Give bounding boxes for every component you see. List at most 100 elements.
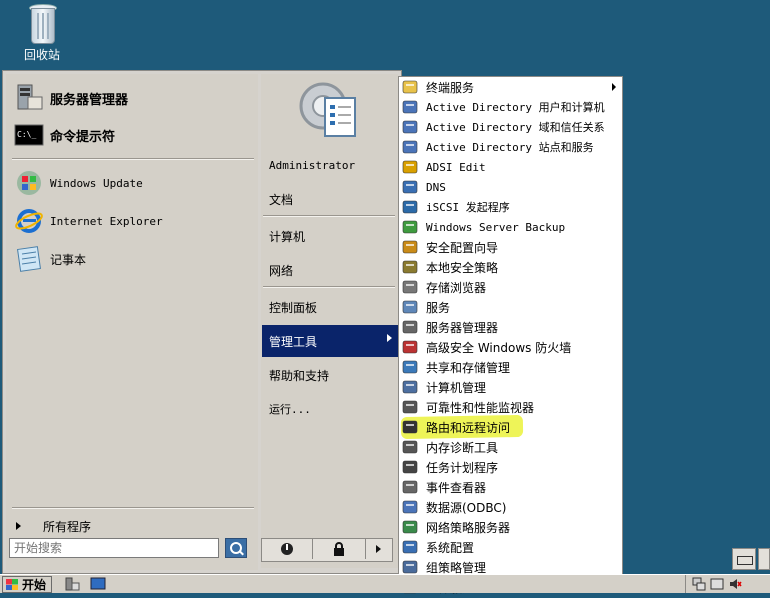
admin-tool-item[interactable]: 服务器管理器 (399, 317, 622, 337)
recycle-bin-icon (27, 4, 57, 44)
performance-monitor-icon (402, 399, 418, 415)
admin-tool-item[interactable]: Windows Server Backup (399, 217, 622, 237)
admin-tool-label: ADSI Edit (426, 160, 486, 174)
places-item-label: 计算机 (269, 229, 306, 244)
admin-tools-submenu: 终端服务 Active Directory 用户和计算机 Active Direct… (398, 76, 623, 595)
admin-tool-item[interactable]: 系统配置 (399, 537, 622, 557)
pinned-item-command-prompt[interactable]: C:\_ 命令提示符 (14, 119, 254, 151)
chevron-right-icon (612, 83, 616, 91)
pinned-item-label: 命令提示符 (50, 129, 116, 145)
admin-tool-item[interactable]: 路由和远程访问 (399, 417, 622, 437)
admin-tool-item[interactable]: Active Directory 用户和计算机 (399, 97, 622, 117)
system-config-icon (402, 539, 418, 555)
admin-tool-label: 服务 (426, 300, 451, 315)
admin-tool-item[interactable]: 内存诊断工具 (399, 437, 622, 457)
places-item-control-panel[interactable]: 控制面板 (269, 294, 395, 320)
power-controls (261, 538, 393, 562)
recent-item-label: Internet Explorer (50, 214, 163, 228)
admin-tool-item[interactable]: ADSI Edit (399, 157, 622, 177)
admin-tool-label: 内存诊断工具 (426, 440, 499, 455)
show-desktop-icon[interactable] (90, 577, 106, 591)
admin-tool-label: 共享和存储管理 (426, 360, 511, 375)
admin-tool-label: 组策略管理 (426, 560, 487, 575)
admin-tool-item[interactable]: 安全配置向导 (399, 237, 622, 257)
admin-tool-item[interactable]: 共享和存储管理 (399, 357, 622, 377)
admin-tool-item[interactable]: iSCSI 发起程序 (399, 197, 622, 217)
admin-tool-item[interactable]: 终端服务 (399, 77, 622, 97)
recent-item-internet-explorer[interactable]: Internet Explorer (14, 205, 254, 237)
start-search-input[interactable] (9, 538, 219, 558)
admin-tool-label: 高级安全 Windows 防火墙 (426, 340, 572, 355)
language-bar-icon[interactable] (758, 548, 770, 570)
places-item-documents[interactable]: 文档 (269, 186, 395, 212)
admin-tool-item[interactable]: 可靠性和性能监视器 (399, 397, 622, 417)
pinned-item-label: 服务器管理器 (50, 92, 129, 108)
places-item-admin-tools[interactable]: 管理工具 (262, 325, 398, 357)
admin-tool-label: 存储浏览器 (426, 280, 487, 295)
ad-users-icon (402, 99, 418, 115)
action-center-icon[interactable] (710, 577, 724, 591)
start-button-label: 开始 (22, 578, 47, 592)
svg-text:C:\_: C:\_ (17, 130, 36, 139)
odbc-icon (402, 499, 418, 515)
shutdown-options-button[interactable] (366, 539, 392, 559)
services-icon (402, 299, 418, 315)
computer-management-icon (402, 379, 418, 395)
admin-tool-label: 可靠性和性能监视器 (426, 400, 535, 415)
admin-tool-label: 服务器管理器 (426, 320, 499, 335)
places-item-help[interactable]: 帮助和支持 (269, 362, 395, 388)
admin-tool-label: 本地安全策略 (426, 260, 499, 275)
start-menu: 服务器管理器 C:\_ 命令提示符 Windows Update Interne… (2, 70, 402, 574)
server-manager-icon (402, 319, 418, 335)
admin-tool-item[interactable]: 事件查看器 (399, 477, 622, 497)
places-item-label: 网络 (269, 263, 294, 278)
start-button[interactable]: 开始 (2, 576, 52, 593)
power-button[interactable] (262, 539, 313, 559)
places-item-network[interactable]: 网络 (269, 257, 395, 283)
admin-tool-item[interactable]: 存储浏览器 (399, 277, 622, 297)
routing-icon (402, 419, 418, 435)
admin-tool-item[interactable]: 数据源(ODBC) (399, 497, 622, 517)
recent-item-notepad[interactable]: 记事本 (14, 243, 254, 275)
network-tray-icon[interactable] (692, 577, 706, 591)
nps-icon (402, 519, 418, 535)
server-admin-tools-icon (295, 76, 365, 148)
notepad-icon (14, 244, 44, 274)
quick-launch-server-icon[interactable] (64, 577, 80, 591)
places-item-label: Administrator (269, 158, 356, 172)
start-menu-places-pane: Administrator 文档 计算机 网络 控制面板 管理工具 帮助和支持 … (261, 74, 398, 568)
chevron-right-icon (16, 522, 21, 530)
admin-tool-item[interactable]: Active Directory 域和信任关系 (399, 117, 622, 137)
internet-explorer-icon (14, 206, 44, 236)
search-button[interactable] (225, 538, 247, 558)
divider (263, 215, 395, 217)
keyboard-icon[interactable] (732, 548, 756, 570)
recent-item-label: Windows Update (50, 176, 143, 190)
admin-tool-item[interactable]: 计算机管理 (399, 377, 622, 397)
places-item-run[interactable]: 运行... (269, 396, 395, 422)
admin-tool-item[interactable]: 高级安全 Windows 防火墙 (399, 337, 622, 357)
all-programs-button[interactable]: 所有程序 (14, 515, 254, 537)
recycle-bin[interactable]: 回收站 (14, 4, 70, 63)
lock-button[interactable] (313, 539, 366, 559)
places-item-label: 帮助和支持 (269, 368, 330, 383)
ad-sites-icon (402, 139, 418, 155)
admin-tool-item[interactable]: Active Directory 站点和服务 (399, 137, 622, 157)
pinned-item-server-manager[interactable]: 服务器管理器 (14, 82, 254, 114)
admin-tool-item[interactable]: 本地安全策略 (399, 257, 622, 277)
memory-diagnostic-icon (402, 439, 418, 455)
system-tray (685, 575, 770, 593)
places-item-administrator[interactable]: Administrator (269, 152, 395, 178)
places-item-computer[interactable]: 计算机 (269, 223, 395, 249)
folder-icon (402, 79, 418, 95)
recycle-bin-label: 回收站 (23, 48, 60, 62)
admin-tool-item[interactable]: 服务 (399, 297, 622, 317)
admin-tool-item[interactable]: 任务计划程序 (399, 457, 622, 477)
firewall-icon (402, 339, 418, 355)
admin-tool-label: 系统配置 (426, 540, 475, 555)
power-icon (281, 543, 293, 555)
recent-item-windows-update[interactable]: Windows Update (14, 167, 254, 199)
volume-muted-icon[interactable] (728, 577, 742, 591)
admin-tool-item[interactable]: DNS (399, 177, 622, 197)
admin-tool-item[interactable]: 网络策略服务器 (399, 517, 622, 537)
